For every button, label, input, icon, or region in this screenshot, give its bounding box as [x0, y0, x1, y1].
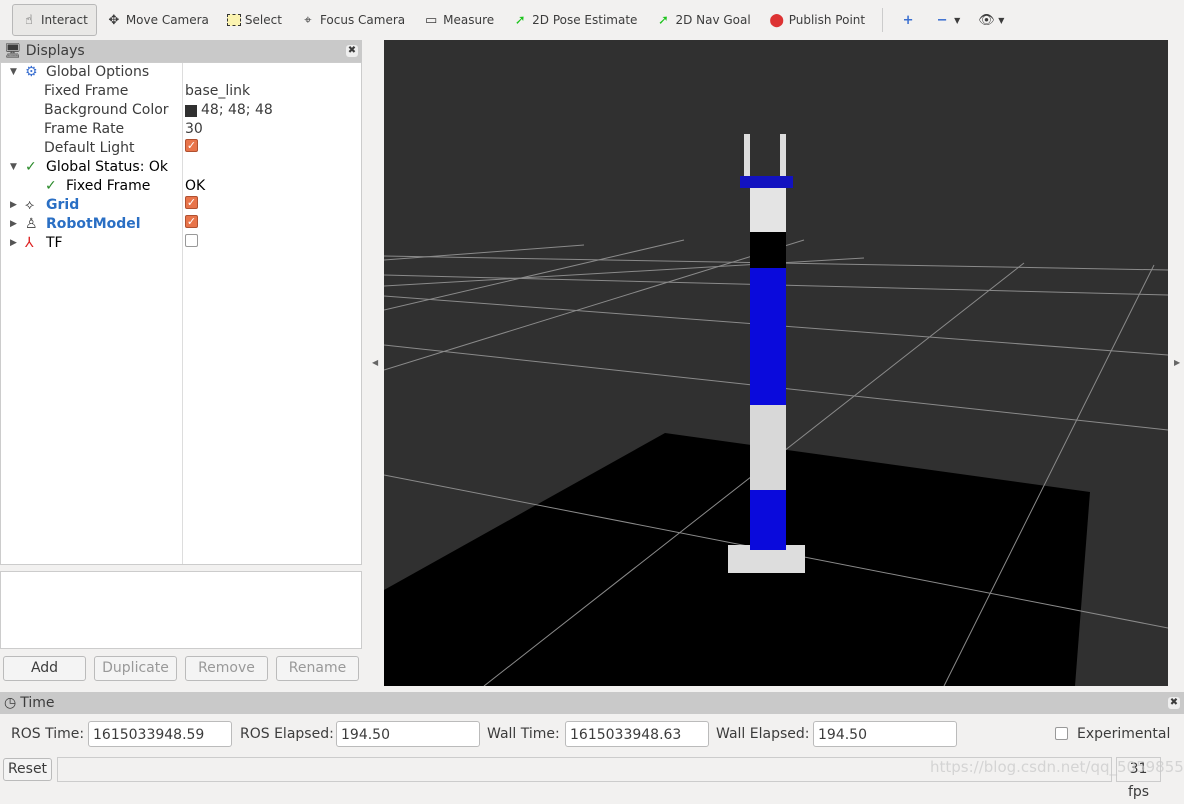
expand-arrow-icon[interactable]: ▶ [10, 196, 17, 215]
close-icon[interactable]: ✖ [1168, 697, 1180, 709]
interact-tool[interactable]: ☝ Interact [12, 4, 97, 36]
gripper-base [740, 176, 793, 188]
background-color-value[interactable]: 48; 48; 48 [185, 101, 273, 120]
color-swatch [185, 104, 197, 117]
ros-time-field[interactable]: 1615033948.59 [88, 721, 232, 747]
experimental-checkbox[interactable] [1055, 727, 1068, 740]
map-pin-icon: ⬤ [769, 12, 784, 28]
minus-icon: − [936, 12, 948, 28]
select-tool[interactable]: Select [218, 4, 291, 36]
robot-link [750, 405, 786, 490]
robot-link [750, 490, 786, 550]
chevron-down-icon: ▼ [954, 15, 961, 25]
gripper-finger [780, 134, 786, 176]
close-icon[interactable]: ✖ [346, 45, 358, 57]
focus-icon: ⌖ [304, 12, 312, 28]
tree-item-default-light[interactable]: Default Light ✓ [1, 139, 361, 158]
plus-icon: + [902, 12, 914, 28]
divider [882, 8, 884, 32]
reset-button[interactable]: Reset [3, 758, 52, 781]
clock-icon: ◷ [4, 695, 17, 711]
nav-goal-tool[interactable]: ➚ 2D Nav Goal [646, 4, 759, 36]
axes-icon: ⅄ [25, 235, 34, 251]
green-arrow-icon: ➚ [514, 12, 526, 28]
hand-icon: ☝ [25, 12, 33, 28]
green-arrow-icon: ➚ [657, 12, 669, 28]
toolbar: ☝ Interact ✥ Move Camera Select ⌖ Focus Cam… [0, 0, 1184, 40]
monitor-icon: 🖥 [4, 43, 22, 59]
pose-estimate-tool[interactable]: ➚ 2D Pose Estimate [503, 4, 646, 36]
tree-item-global-status[interactable]: ▼ ✓ Global Status: Ok [1, 158, 361, 177]
robot-model-checkbox[interactable]: ✓ [185, 215, 198, 228]
robot-icon: ♙ [25, 216, 38, 232]
robot-link [750, 232, 786, 268]
eye-icon: 👁 [978, 12, 995, 28]
3d-viewport[interactable] [383, 40, 1169, 687]
select-icon [226, 14, 241, 26]
tf-checkbox[interactable] [185, 234, 198, 247]
watermark: https://blog.csdn.net/qq_50598558 [930, 758, 1184, 776]
default-light-checkbox[interactable]: ✓ [185, 139, 198, 152]
fixed-frame-value[interactable]: base_link [185, 82, 250, 101]
remove-tool-button[interactable]: − ▼ [925, 4, 969, 36]
tree-item-tf[interactable]: ▶ ⅄ TF [1, 234, 361, 253]
gripper-finger [744, 134, 750, 176]
tree-item-robot-model[interactable]: ▶ ♙ RobotModel ✓ [1, 215, 361, 234]
tree-item-fixed-frame[interactable]: Fixed Frame base_link [1, 82, 361, 101]
add-button[interactable]: Add [3, 656, 86, 681]
displays-panel: 🖥 Displays ✖ [0, 40, 362, 62]
expand-arrow-icon[interactable]: ▼ [10, 158, 17, 177]
expand-arrow-icon[interactable]: ▼ [10, 63, 17, 82]
measure-tool[interactable]: ▭ Measure [414, 4, 503, 36]
check-icon: ✓ [25, 159, 37, 175]
tree-item-grid[interactable]: ▶ ⟡ Grid ✓ [1, 196, 361, 215]
tree-item-global-options[interactable]: ▼ ⚙ Global Options [1, 63, 361, 82]
move-camera-tool[interactable]: ✥ Move Camera [97, 4, 218, 36]
ros-elapsed-field[interactable]: 194.50 [336, 721, 480, 747]
tree-item-background-color[interactable]: Background Color 48; 48; 48 [1, 101, 361, 120]
tree-item-status-fixed-frame[interactable]: ✓ Fixed Frame OK [1, 177, 361, 196]
grid-checkbox[interactable]: ✓ [185, 196, 198, 209]
wall-elapsed-field[interactable]: 194.50 [813, 721, 957, 747]
view-options-button[interactable]: 👁 ▼ [969, 4, 1013, 36]
rename-button[interactable]: Rename [276, 656, 359, 681]
displays-tree: ▼ ⚙ Global Options Fixed Frame base_link Ba… [0, 62, 362, 565]
time-row: ROS Time: 1615033948.59 ROS Elapsed: 194… [0, 721, 1184, 747]
status-bar: Reset 31 fps https://blog.csdn.net/qq_50… [0, 756, 1184, 800]
frame-rate-value[interactable]: 30 [185, 120, 203, 139]
scene [383, 134, 1169, 687]
collapse-left-icon[interactable]: ◀ [372, 358, 378, 367]
expand-arrow-icon[interactable]: ▶ [10, 234, 17, 253]
time-header: ◷ Time ✖ [0, 692, 1184, 714]
check-icon: ✓ [45, 178, 57, 194]
wall-time-field[interactable]: 1615033948.63 [565, 721, 709, 747]
chevron-down-icon: ▼ [998, 15, 1005, 25]
remove-button[interactable]: Remove [185, 656, 268, 681]
add-tool-button[interactable]: + [891, 4, 925, 36]
time-panel: ◷ Time ✖ [0, 692, 1184, 714]
expand-arrow-icon[interactable]: ▶ [10, 215, 17, 234]
publish-point-tool[interactable]: ⬤ Publish Point [760, 4, 874, 36]
duplicate-button[interactable]: Duplicate [94, 656, 177, 681]
grid-icon: ⟡ [25, 197, 35, 213]
gear-icon: ⚙ [25, 64, 38, 80]
focus-camera-tool[interactable]: ⌖ Focus Camera [291, 4, 414, 36]
tree-item-frame-rate[interactable]: Frame Rate 30 [1, 120, 361, 139]
displays-header: 🖥 Displays ✖ [0, 40, 362, 62]
move-icon: ✥ [108, 12, 120, 28]
ruler-icon: ▭ [424, 12, 438, 28]
robot-link [750, 268, 786, 405]
robot-link [750, 188, 786, 232]
collapse-right-icon[interactable]: ▶ [1174, 358, 1180, 367]
description-area [0, 571, 362, 649]
